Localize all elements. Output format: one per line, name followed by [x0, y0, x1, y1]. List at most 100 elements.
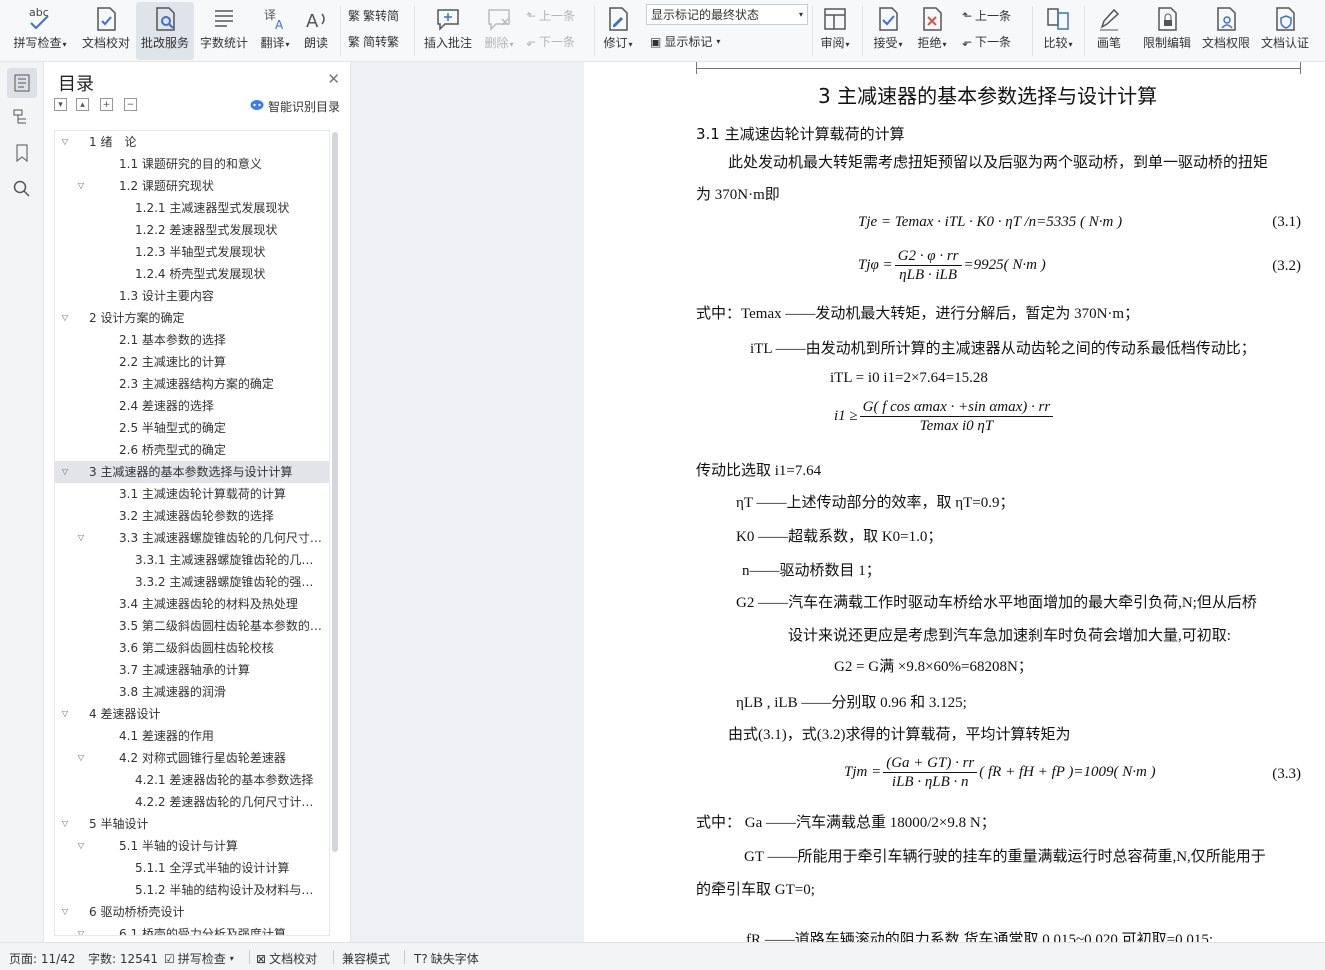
- document-page[interactable]: 3 主减速器的基本参数选择与设计计算 3.1 主减速齿轮计算载荷的计算 此处发动…: [584, 62, 1325, 942]
- toc-item[interactable]: ▽ 4 差速器设计: [55, 703, 329, 725]
- toc-item[interactable]: 2.5 半轴型式的确定: [55, 417, 329, 439]
- toc-item[interactable]: 2.1 基本参数的选择: [55, 329, 329, 351]
- toc-item[interactable]: 2.4 差速器的选择: [55, 395, 329, 417]
- toc-item[interactable]: ▽ 5.1 半轴的设计与计算: [55, 835, 329, 857]
- show-markup-button[interactable]: ▣ 显示标记 ▾: [650, 33, 720, 50]
- chevron-down-icon[interactable]: ▽: [75, 835, 87, 857]
- smart-toc-button[interactable]: 智能识别目录: [250, 98, 340, 115]
- doc-proof-button[interactable]: 文档校对: [76, 2, 136, 60]
- toc-item[interactable]: 3.2 主减速器齿轮参数的选择: [55, 505, 329, 527]
- toc-pane-icon[interactable]: [7, 68, 37, 98]
- toc-item-label: 3.3.1 主减速器螺旋锥齿轮的几何尺寸 ...: [135, 553, 325, 567]
- reject-button[interactable]: 拒绝▾: [912, 2, 952, 60]
- toc-item[interactable]: ▽ 3.3 主减速器螺旋锥齿轮的几何尺寸计算 ...: [55, 527, 329, 549]
- toc-item[interactable]: ▽ 6 驱动桥桥壳设计: [55, 901, 329, 923]
- batch-service-button[interactable]: 批改服务: [136, 2, 194, 60]
- status-proof[interactable]: ⊠ 文档校对: [256, 950, 317, 967]
- toc-item[interactable]: ▽ 3 主减速器的基本参数选择与设计计算: [55, 461, 329, 483]
- spell-check-button[interactable]: abc 拼写检查▾: [8, 2, 72, 60]
- t2s-label: 繁转简: [363, 9, 400, 23]
- close-icon[interactable]: ✕: [327, 70, 340, 88]
- revise-button[interactable]: 修订▾: [598, 2, 638, 60]
- toc-item[interactable]: 4.1 差速器的作用: [55, 725, 329, 747]
- toc-item[interactable]: 3.8 主减速器的润滑: [55, 681, 329, 703]
- chevron-down-icon[interactable]: ▽: [75, 527, 87, 549]
- toc-item[interactable]: 3.6 第二级斜齿圆柱齿轮校核: [55, 637, 329, 659]
- prev-change-button[interactable]: ⬑ 上一条: [962, 7, 1011, 24]
- markup-state-select[interactable]: 显示标记的最终状态 ▾: [646, 4, 808, 25]
- chevron-down-icon[interactable]: ▽: [75, 175, 87, 197]
- toc-item[interactable]: 3.3.1 主减速器螺旋锥齿轮的几何尺寸 ...: [55, 549, 329, 571]
- toc-item[interactable]: 1.1 课题研究的目的和意义: [55, 153, 329, 175]
- next-comment-button[interactable]: ⬐ 下一条: [526, 33, 575, 50]
- prev-comment-button[interactable]: ⬑ 上一条: [526, 7, 575, 24]
- review-ribbon: abc 拼写检查▾ 文档校对 批改服务 字数统计 译A 翻译▾ A 朗读 繁繁转…: [0, 0, 1325, 62]
- bookmark-icon[interactable]: [7, 138, 37, 168]
- eq-lhs: Tjm =: [844, 764, 882, 780]
- chevron-down-icon[interactable]: ▽: [59, 461, 71, 483]
- read-aloud-button[interactable]: A 朗读: [298, 2, 334, 60]
- chevron-down-icon[interactable]: ▽: [75, 923, 87, 935]
- toc-scrollbar[interactable]: [332, 132, 338, 852]
- status-spell-check[interactable]: ☑ 拼写检查 ▾: [164, 950, 234, 967]
- pen-button[interactable]: 画笔: [1090, 2, 1128, 60]
- toc-item[interactable]: ▽ 1 绪 论: [55, 131, 329, 153]
- translate-button[interactable]: 译A 翻译▾: [254, 2, 296, 60]
- compare-button[interactable]: 比较▾: [1038, 2, 1078, 60]
- word-count-indicator[interactable]: 字数: 12541: [88, 950, 158, 967]
- toc-item[interactable]: 1.2.4 桥壳型式发展现状: [55, 263, 329, 285]
- expand-all-icon[interactable]: ▴: [76, 98, 89, 111]
- toc-item[interactable]: 4.2.2 差速器齿轮的几何尺寸计算与强...: [55, 791, 329, 813]
- chevron-down-icon[interactable]: ▽: [59, 813, 71, 835]
- revise-label: 修订: [603, 36, 628, 50]
- toc-item[interactable]: ▽ 6.1 桥壳的受力分析及强度计算: [55, 923, 329, 935]
- toc-item[interactable]: 1.2.1 主减速器型式发展现状: [55, 197, 329, 219]
- collapse-all-icon[interactable]: ▾: [54, 98, 67, 111]
- toc-item[interactable]: 2.2 主减速比的计算: [55, 351, 329, 373]
- chevron-down-icon[interactable]: ▽: [59, 131, 71, 153]
- batch-service-label: 批改服务: [140, 36, 189, 50]
- chevron-down-icon[interactable]: ▽: [59, 901, 71, 923]
- accept-button[interactable]: 接受▾: [868, 2, 908, 60]
- toc-item[interactable]: 3.4 主减速器齿轮的材料及热处理: [55, 593, 329, 615]
- add-heading-icon[interactable]: +: [100, 98, 113, 111]
- search-icon[interactable]: [7, 174, 37, 204]
- toc-item[interactable]: 2.3 主减速器结构方案的确定: [55, 373, 329, 395]
- delete-comment-button[interactable]: 删除▾: [478, 2, 520, 60]
- chevron-down-icon[interactable]: ▽: [59, 703, 71, 725]
- toc-item-label: 5.1.1 全浮式半轴的设计计算: [135, 861, 290, 875]
- navigation-icon[interactable]: [7, 102, 37, 132]
- toc-item[interactable]: 4.2.1 差速器齿轮的基本参数选择: [55, 769, 329, 791]
- remove-heading-icon[interactable]: −: [124, 98, 137, 111]
- toc-item[interactable]: ▽ 2 设计方案的确定: [55, 307, 329, 329]
- t2s-button[interactable]: 繁繁转简: [348, 7, 399, 24]
- toc-item[interactable]: 3.7 主减速器轴承的计算: [55, 659, 329, 681]
- word-count-button[interactable]: 字数统计: [196, 2, 252, 60]
- toc-item[interactable]: 3.3.2 主减速器螺旋锥齿轮的强度计算: [55, 571, 329, 593]
- missing-font-indicator[interactable]: T? 缺失字体: [414, 950, 479, 967]
- toc-item[interactable]: 5.1.2 半轴的结构设计及材料与热处理: [55, 879, 329, 901]
- section-heading: 3 主减速器的基本参数选择与设计计算: [818, 84, 1158, 108]
- toc-item[interactable]: 5.1.1 全浮式半轴的设计计算: [55, 857, 329, 879]
- toc-item[interactable]: 1.3 设计主要内容: [55, 285, 329, 307]
- restrict-edit-label: 限制编辑: [1142, 36, 1191, 50]
- review-pane-button[interactable]: 审阅▾: [816, 2, 854, 60]
- toc-item[interactable]: ▽ 1.2 课题研究现状: [55, 175, 329, 197]
- doc-certify-button[interactable]: 文档认证: [1256, 2, 1314, 60]
- toc-item[interactable]: 3.5 第二级斜齿圆柱齿轮基本参数的选择: [55, 615, 329, 637]
- page-indicator[interactable]: 页面: 11/42: [9, 950, 75, 967]
- toc-item[interactable]: ▽ 5 半轴设计: [55, 813, 329, 835]
- toc-item[interactable]: 1.2.2 差速器型式发展现状: [55, 219, 329, 241]
- toc-item[interactable]: ▽ 4.2 对称式圆锥行星齿轮差速器: [55, 747, 329, 769]
- s2t-button[interactable]: 繁简转繁: [348, 33, 399, 50]
- doc-permission-button[interactable]: 文档权限: [1198, 2, 1254, 60]
- toc-item[interactable]: 1.2.3 半轴型式发展现状: [55, 241, 329, 263]
- prev-comment-icon: ⬑: [526, 8, 537, 23]
- chevron-down-icon[interactable]: ▽: [59, 307, 71, 329]
- next-change-button[interactable]: ⬐ 下一条: [962, 33, 1011, 50]
- toc-item[interactable]: 2.6 桥壳型式的确定: [55, 439, 329, 461]
- chevron-down-icon[interactable]: ▽: [75, 747, 87, 769]
- toc-item[interactable]: 3.1 主减速齿轮计算载荷的计算: [55, 483, 329, 505]
- restrict-edit-button[interactable]: 限制编辑: [1138, 2, 1196, 60]
- insert-comment-button[interactable]: 插入批注: [420, 2, 476, 60]
